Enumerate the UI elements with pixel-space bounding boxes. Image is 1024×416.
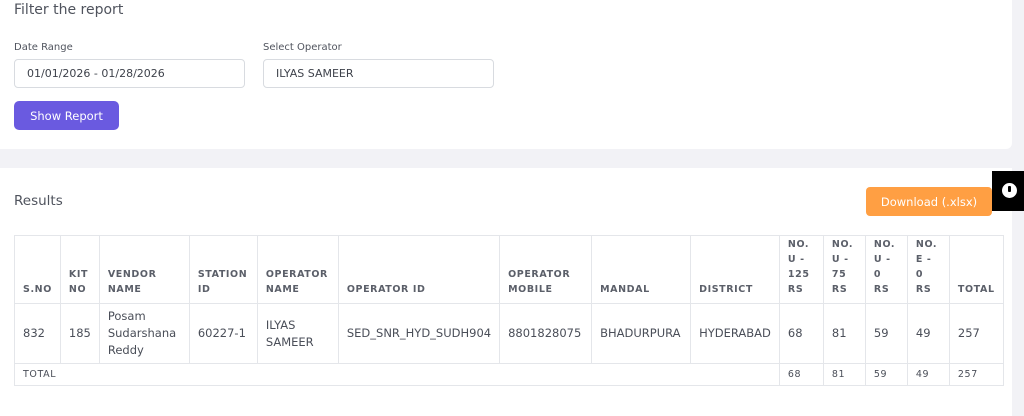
col-header: OPERATOR NAME: [256, 235, 339, 304]
results-title: Results: [14, 193, 63, 209]
show-report-button[interactable]: Show Report: [14, 101, 119, 130]
operator-select[interactable]: ILYAS SAMEER: [263, 59, 494, 88]
total-label: TOTAL: [14, 363, 780, 386]
col-header: TOTAL: [948, 235, 1004, 304]
col-header: OPERATOR ID: [337, 235, 501, 304]
cell-station-id: 60227-1: [188, 303, 258, 364]
total-u-75: 81: [822, 363, 866, 386]
info-bubble-icon: [1002, 183, 1017, 198]
col-header: STATION ID: [188, 235, 258, 304]
table-header-row: S.NO KIT NO VENDOR NAME STATION ID OPERA…: [14, 235, 1004, 304]
col-header: VENDOR NAME: [98, 235, 190, 304]
col-header: KIT NO: [59, 235, 100, 304]
cell-operator-name: ILYAS SAMEER: [256, 303, 339, 364]
total-grand: 257: [948, 363, 1004, 386]
cell-kit-no: 185: [59, 303, 100, 364]
table-total-row: TOTAL 68 81 59 49 257: [14, 363, 1004, 386]
download-xlsx-button[interactable]: Download (.xlsx): [866, 187, 992, 216]
cell-u-0: 59: [864, 303, 908, 364]
operator-label: Select Operator: [263, 42, 342, 53]
filter-card: Filter the report Date Range 01/01/2026 …: [0, 0, 1012, 149]
col-header: DISTRICT: [690, 235, 780, 304]
results-card: Results Download (.xlsx) S.NO KIT NO VEN…: [0, 168, 1012, 416]
results-table: S.NO KIT NO VENDOR NAME STATION ID OPERA…: [14, 235, 1004, 386]
cell-u-75: 81: [822, 303, 866, 364]
col-header: OPERATOR MOBILE: [499, 235, 593, 304]
col-header: NO. E - 0 RS: [906, 235, 950, 304]
cell-operator-mobile: 8801828075: [499, 303, 593, 364]
total-u-125: 68: [778, 363, 824, 386]
total-e-0: 49: [906, 363, 950, 386]
col-header: MANDAL: [591, 235, 692, 304]
filter-title: Filter the report: [14, 2, 124, 18]
cell-operator-id: SED_SNR_HYD_SUDH904: [337, 303, 501, 364]
col-header: NO. U - 125 RS: [778, 235, 824, 304]
cell-sno: 832: [14, 303, 61, 364]
col-header: NO. U - 75 RS: [822, 235, 866, 304]
cell-mandal: BHADURPURA: [591, 303, 692, 364]
cell-district: HYDERABAD: [690, 303, 780, 364]
side-feedback-tab[interactable]: [992, 171, 1024, 211]
cell-total: 257: [948, 303, 1004, 364]
total-u-0: 59: [864, 363, 908, 386]
cell-u-125: 68: [778, 303, 824, 364]
col-header: NO. U - 0 RS: [864, 235, 908, 304]
date-range-label: Date Range: [14, 42, 73, 53]
cell-e-0: 49: [906, 303, 950, 364]
date-range-input[interactable]: 01/01/2026 - 01/28/2026: [14, 59, 245, 88]
cell-vendor-name: Posam Sudarshana Reddy: [98, 303, 190, 364]
table-row: 832 185 Posam Sudarshana Reddy 60227-1 I…: [14, 303, 1004, 364]
col-header: S.NO: [14, 235, 61, 304]
